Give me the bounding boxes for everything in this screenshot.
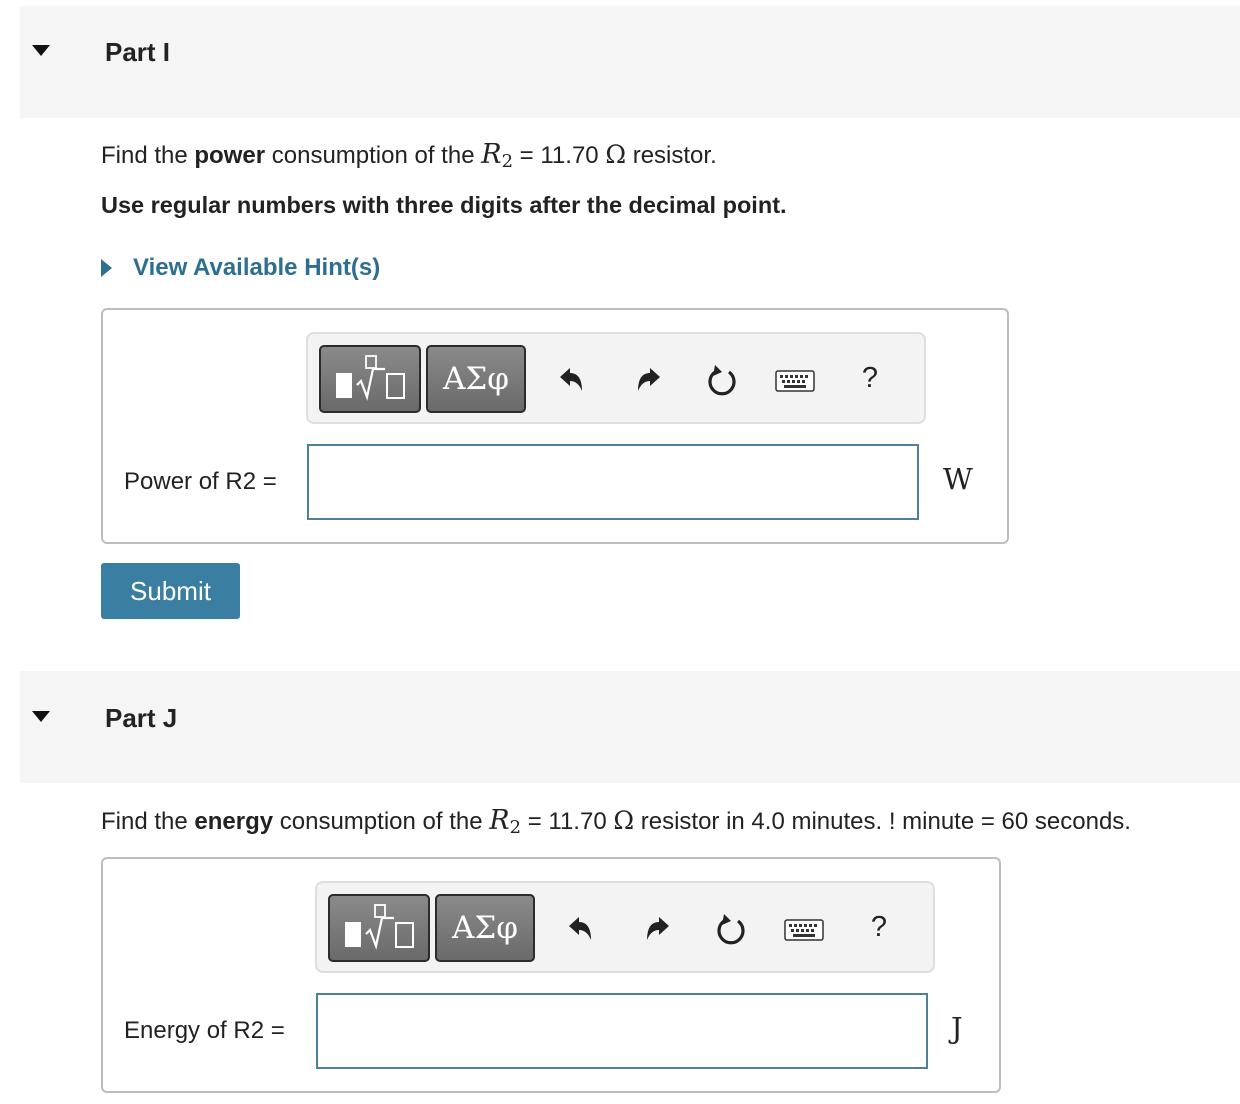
- power-answer-label: Power of R2 =: [124, 468, 277, 495]
- question-text: resistor in 4.0 minutes. ! minute = 60 s…: [634, 808, 1131, 835]
- power-unit: W: [943, 462, 973, 496]
- redo-icon[interactable]: [640, 911, 676, 947]
- resistor-variable: R: [481, 139, 502, 170]
- submit-button[interactable]: Submit: [101, 563, 240, 619]
- ohm-symbol: Ω: [605, 140, 627, 169]
- redo-icon[interactable]: [631, 362, 667, 398]
- undo-icon[interactable]: [562, 911, 598, 947]
- greek-symbols-button[interactable]: ΑΣφ: [426, 345, 526, 413]
- reset-icon[interactable]: [703, 360, 741, 400]
- part-j-toggle-icon[interactable]: [32, 711, 50, 722]
- part-i-instruction: Use regular numbers with three digits af…: [101, 192, 787, 218]
- reset-icon[interactable]: [712, 909, 750, 949]
- triangle-right-icon: [101, 259, 112, 277]
- greek-symbols-button[interactable]: ΑΣφ: [435, 894, 535, 962]
- undo-icon[interactable]: [553, 362, 589, 398]
- templates-icon: [336, 355, 405, 401]
- help-button[interactable]: ?: [865, 907, 893, 947]
- templates-button[interactable]: [319, 345, 421, 413]
- part-i-header[interactable]: [20, 6, 1240, 118]
- resistor-subscript: 2: [509, 817, 522, 838]
- part-i-question: Find the power consumption of the R2 = 1…: [101, 139, 717, 172]
- view-hints-label: View Available Hint(s): [133, 254, 381, 281]
- ohm-symbol: Ω: [613, 806, 635, 835]
- part-j-question: Find the energy consumption of the R2 = …: [101, 805, 1131, 838]
- templates-button[interactable]: [328, 894, 430, 962]
- question-keyword: power: [194, 142, 266, 169]
- question-text: consumption of the: [273, 808, 490, 835]
- keyboard-icon[interactable]: [783, 917, 825, 943]
- energy-answer-input[interactable]: [316, 993, 928, 1069]
- energy-answer-label: Energy of R2 =: [124, 1017, 285, 1044]
- question-text: resistor.: [626, 142, 717, 169]
- part-j-answer-box: ΑΣφ ? Energy of R2 = J: [101, 857, 1001, 1093]
- question-text: consumption of the: [265, 142, 482, 169]
- power-answer-input[interactable]: [307, 444, 919, 520]
- part-j-header[interactable]: [20, 671, 1240, 783]
- resistor-variable: R: [489, 805, 510, 836]
- part-i-title: Part I: [105, 37, 171, 67]
- part-j-title: Part J: [105, 703, 178, 733]
- view-hints-link[interactable]: View Available Hint(s): [101, 253, 380, 283]
- keyboard-icon[interactable]: [774, 368, 816, 394]
- question-text: Find the: [101, 142, 195, 169]
- math-toolbar: ΑΣφ ?: [315, 881, 935, 973]
- resistance-value: = 11.70: [513, 142, 606, 169]
- part-i-toggle-icon[interactable]: [32, 45, 50, 56]
- help-button[interactable]: ?: [856, 358, 884, 398]
- part-i-answer-box: ΑΣφ ? Power of R2 = W: [101, 308, 1009, 544]
- math-toolbar: ΑΣφ ?: [306, 332, 926, 424]
- templates-icon: [345, 904, 414, 950]
- resistor-subscript: 2: [501, 151, 514, 172]
- resistance-value: = 11.70: [521, 808, 614, 835]
- question-text: Find the: [101, 808, 195, 835]
- question-keyword: energy: [194, 808, 274, 835]
- energy-unit: J: [951, 1011, 963, 1045]
